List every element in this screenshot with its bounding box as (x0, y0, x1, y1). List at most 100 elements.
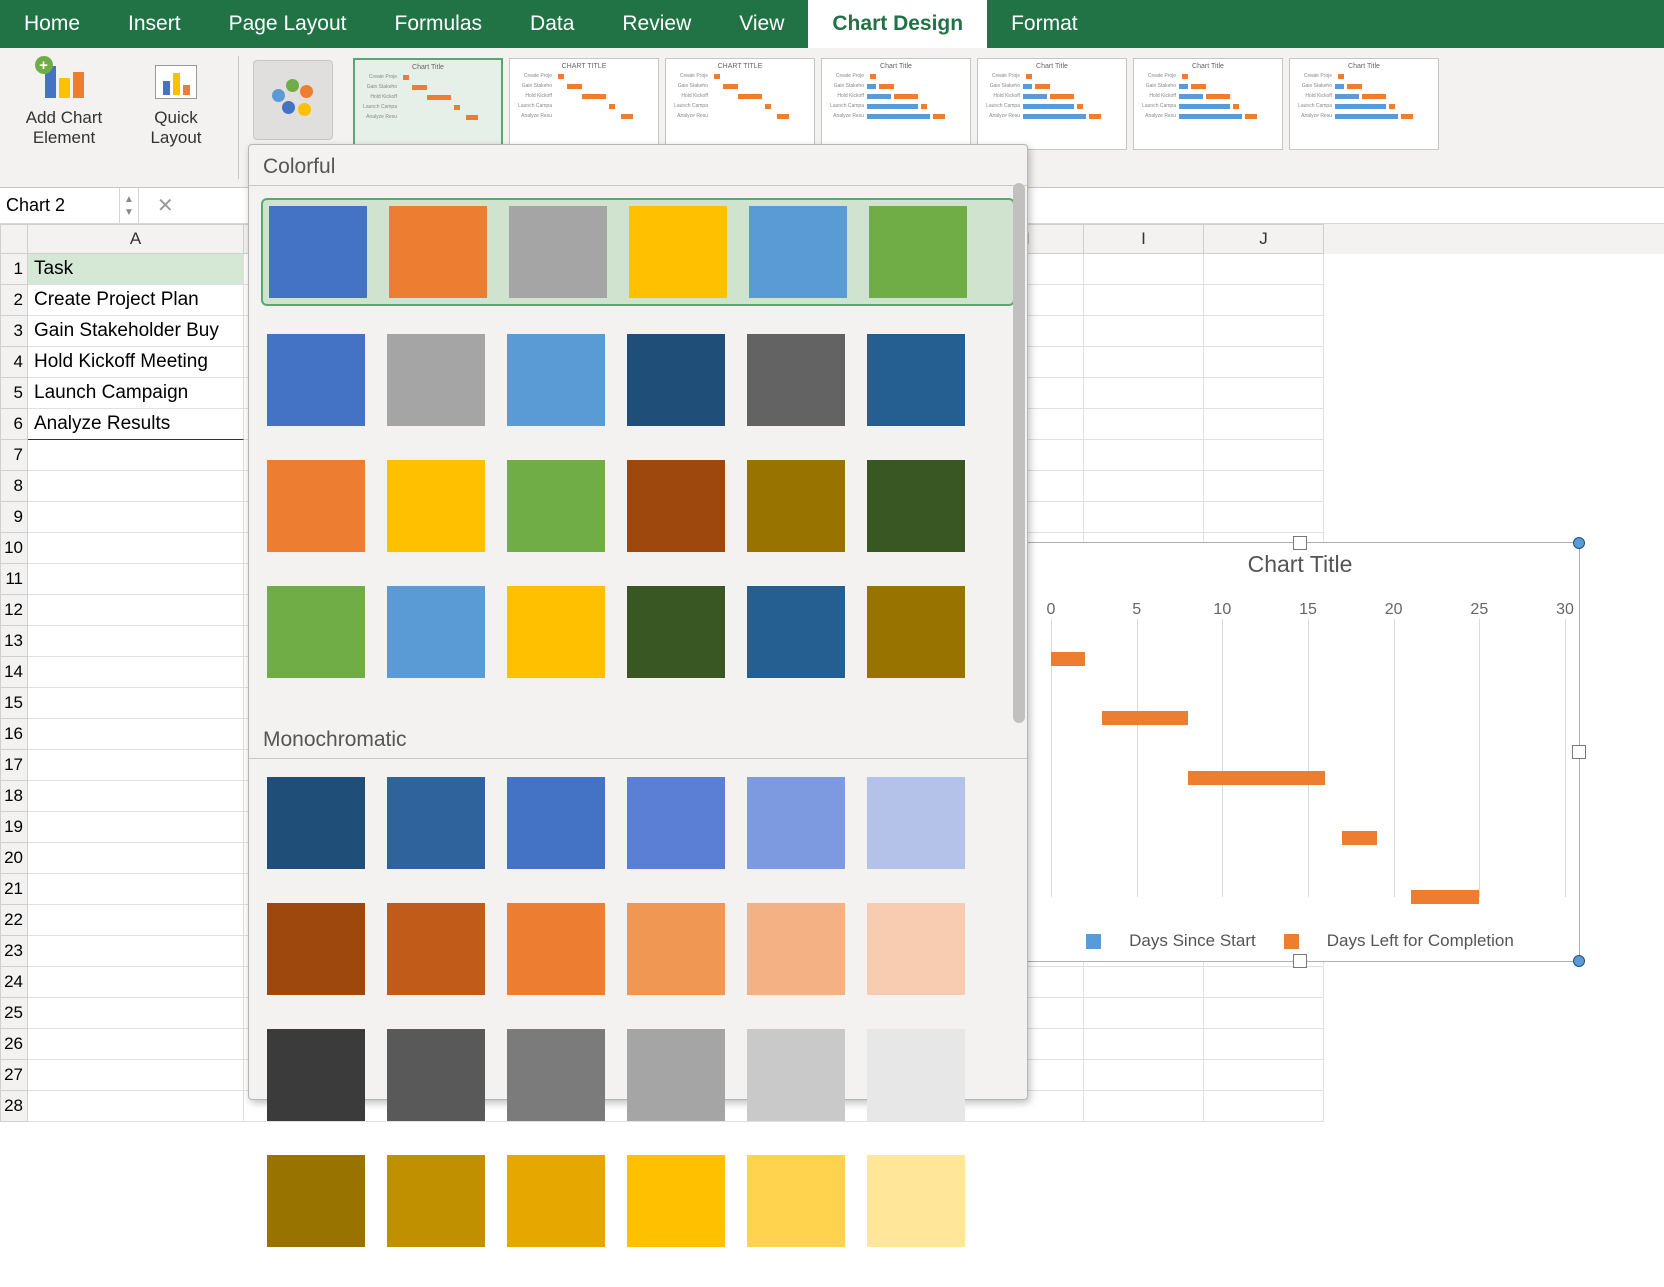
name-box-spinner[interactable]: ▲▼ (120, 188, 139, 224)
column-header[interactable]: A (28, 224, 244, 254)
cell[interactable] (28, 1029, 244, 1060)
cell[interactable] (1204, 1029, 1324, 1060)
tab-home[interactable]: Home (0, 0, 104, 48)
cell[interactable] (1084, 254, 1204, 285)
chart-handle[interactable] (1573, 955, 1585, 967)
cell[interactable] (1204, 471, 1324, 502)
cell[interactable] (1204, 378, 1324, 409)
color-palette-row[interactable] (261, 328, 1015, 432)
cell[interactable] (28, 936, 244, 967)
cell[interactable] (1084, 409, 1204, 440)
row-header[interactable]: 17 (0, 750, 28, 781)
row-header[interactable]: 9 (0, 502, 28, 533)
row-header[interactable]: 12 (0, 595, 28, 626)
cell[interactable] (1084, 316, 1204, 347)
tab-data[interactable]: Data (506, 0, 598, 48)
row-header[interactable]: 11 (0, 564, 28, 595)
cell[interactable]: Launch Campaign (28, 378, 244, 409)
cell[interactable] (1204, 316, 1324, 347)
quick-layout-button[interactable]: Quick Layout (128, 52, 224, 152)
cell[interactable] (1084, 1060, 1204, 1091)
tab-review[interactable]: Review (598, 0, 715, 48)
cell[interactable] (28, 967, 244, 998)
cell[interactable] (1084, 378, 1204, 409)
column-header[interactable]: I (1084, 224, 1204, 254)
chart-handle[interactable] (1572, 745, 1586, 759)
color-palette-row[interactable] (261, 454, 1015, 558)
cell[interactable] (28, 874, 244, 905)
color-palette-row[interactable] (261, 580, 1015, 684)
select-all-corner[interactable] (0, 224, 28, 254)
row-header[interactable]: 28 (0, 1091, 28, 1122)
cell[interactable] (1204, 1091, 1324, 1122)
name-box[interactable]: Chart 2 (0, 188, 120, 224)
cell[interactable] (28, 812, 244, 843)
chart-style-thumb[interactable]: CHART TITLECreate ProjeGain StakehoHold … (665, 58, 815, 150)
chart-bar[interactable] (1188, 771, 1325, 785)
cell[interactable] (28, 657, 244, 688)
cell[interactable] (1084, 285, 1204, 316)
cell[interactable]: Task (28, 254, 244, 285)
cell[interactable] (28, 998, 244, 1029)
cell[interactable] (1204, 409, 1324, 440)
cell[interactable] (1084, 998, 1204, 1029)
chart-bar[interactable] (1411, 890, 1480, 904)
cell[interactable] (28, 688, 244, 719)
row-header[interactable]: 14 (0, 657, 28, 688)
cell[interactable] (1204, 254, 1324, 285)
chart-bar[interactable] (1051, 652, 1085, 666)
cell[interactable] (28, 843, 244, 874)
row-header[interactable]: 8 (0, 471, 28, 502)
row-header[interactable]: 20 (0, 843, 28, 874)
cell[interactable] (28, 1091, 244, 1122)
chart-style-thumb[interactable]: Chart TitleCreate ProjeGain StakehoHold … (821, 58, 971, 150)
cell[interactable] (1204, 440, 1324, 471)
cell[interactable] (28, 719, 244, 750)
cell[interactable] (28, 440, 244, 471)
chart-style-thumb[interactable]: Chart TitleCreate ProjeGain StakehoHold … (353, 58, 503, 150)
color-palette-row[interactable] (261, 771, 1015, 875)
cell[interactable] (28, 533, 244, 564)
chart-style-thumb[interactable]: CHART TITLECreate ProjeGain StakehoHold … (509, 58, 659, 150)
row-header[interactable]: 4 (0, 347, 28, 378)
color-palette-row[interactable] (261, 897, 1015, 1001)
chart-handle[interactable] (1293, 536, 1307, 550)
row-header[interactable]: 19 (0, 812, 28, 843)
row-header[interactable]: 10 (0, 533, 28, 564)
cell[interactable]: Create Project Plan (28, 285, 244, 316)
row-header[interactable]: 22 (0, 905, 28, 936)
cell[interactable] (1204, 502, 1324, 533)
row-header[interactable]: 13 (0, 626, 28, 657)
chart-style-thumb[interactable]: Chart TitleCreate ProjeGain StakehoHold … (1133, 58, 1283, 150)
tab-formulas[interactable]: Formulas (371, 0, 507, 48)
tab-page-layout[interactable]: Page Layout (205, 0, 371, 48)
cell[interactable] (1084, 1029, 1204, 1060)
chart-bar[interactable] (1342, 831, 1376, 845)
color-palette-row[interactable] (261, 1149, 1015, 1253)
cell[interactable] (1084, 471, 1204, 502)
row-header[interactable]: 5 (0, 378, 28, 409)
tab-format[interactable]: Format (987, 0, 1102, 48)
cell[interactable] (1084, 347, 1204, 378)
cell[interactable]: Analyze Results (28, 409, 244, 440)
chart-handle[interactable] (1573, 537, 1585, 549)
chart-handle[interactable] (1293, 954, 1307, 968)
row-header[interactable]: 23 (0, 936, 28, 967)
row-header[interactable]: 6 (0, 409, 28, 440)
cell[interactable] (28, 595, 244, 626)
color-palette-row[interactable] (261, 198, 1015, 306)
tab-view[interactable]: View (715, 0, 808, 48)
row-header[interactable]: 26 (0, 1029, 28, 1060)
cell[interactable] (28, 502, 244, 533)
row-header[interactable]: 27 (0, 1060, 28, 1091)
cell[interactable] (28, 1060, 244, 1091)
chart-plot-area[interactable]: 051015202530 (1051, 601, 1563, 897)
chart-legend[interactable]: Days Since Start Days Left for Completio… (1021, 931, 1579, 951)
row-header[interactable]: 2 (0, 285, 28, 316)
cell[interactable] (28, 905, 244, 936)
cell[interactable] (1084, 1091, 1204, 1122)
row-header[interactable]: 21 (0, 874, 28, 905)
cell[interactable] (1084, 967, 1204, 998)
add-chart-element-button[interactable]: + Add Chart Element (16, 52, 112, 152)
chart-bar[interactable] (1102, 711, 1188, 725)
